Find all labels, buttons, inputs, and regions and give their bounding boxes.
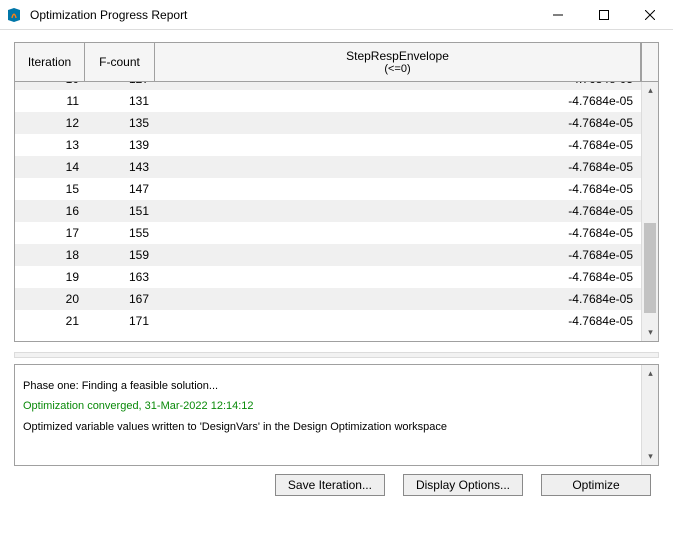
- cell-envelope: -4.7684e-05: [155, 112, 641, 134]
- table-vertical-scrollbar[interactable]: ▴ ▾: [641, 82, 658, 341]
- scroll-down-icon[interactable]: ▾: [642, 324, 658, 341]
- cell-envelope: -4.7684e-05: [155, 82, 641, 90]
- log-scroll-up-icon[interactable]: ▴: [642, 365, 659, 382]
- col-header-envelope-label: StepRespEnvelope: [159, 49, 636, 63]
- cell-fcount: 143: [85, 156, 155, 178]
- cell-fcount: 127: [85, 82, 155, 90]
- minimize-button[interactable]: [535, 0, 581, 29]
- optimize-button[interactable]: Optimize: [541, 474, 651, 496]
- log-converged-line: Optimization converged, 31-Mar-2022 12:1…: [23, 399, 633, 413]
- table-row[interactable]: 15147-4.7684e-05: [15, 178, 641, 200]
- cell-envelope: -4.7684e-05: [155, 244, 641, 266]
- log-scroll-down-icon[interactable]: ▾: [642, 448, 659, 465]
- table-header: Iteration F-count StepRespEnvelope (<=0): [15, 43, 658, 82]
- cell-iteration: 18: [15, 244, 85, 266]
- titlebar: Optimization Progress Report: [0, 0, 673, 30]
- col-header-envelope[interactable]: StepRespEnvelope (<=0): [155, 43, 641, 81]
- log-panel: Phase one: Finding a feasible solution..…: [14, 364, 659, 466]
- cell-fcount: 139: [85, 134, 155, 156]
- window-controls: [535, 0, 673, 29]
- table-row[interactable]: 12135-4.7684e-05: [15, 112, 641, 134]
- display-options-button[interactable]: Display Options...: [403, 474, 523, 496]
- cell-fcount: 159: [85, 244, 155, 266]
- cell-envelope: -4.7684e-05: [155, 178, 641, 200]
- log-written-line: Optimized variable values written to 'De…: [23, 420, 633, 434]
- cell-iteration: 11: [15, 90, 85, 112]
- table-row[interactable]: 10127-4.7684e-05: [15, 82, 641, 90]
- cell-fcount: 131: [85, 90, 155, 112]
- log-vertical-scrollbar[interactable]: ▴ ▾: [641, 365, 658, 465]
- table-row[interactable]: 19163-4.7684e-05: [15, 266, 641, 288]
- table-row[interactable]: 18159-4.7684e-05: [15, 244, 641, 266]
- scroll-thumb[interactable]: [644, 223, 656, 313]
- close-button[interactable]: [627, 0, 673, 29]
- cell-envelope: -4.7684e-05: [155, 156, 641, 178]
- table-row[interactable]: 21171-4.7684e-05: [15, 310, 641, 332]
- cell-envelope: -4.7684e-05: [155, 288, 641, 310]
- cell-envelope: -4.7684e-05: [155, 310, 641, 332]
- table-row[interactable]: 13139-4.7684e-05: [15, 134, 641, 156]
- cell-iteration: 19: [15, 266, 85, 288]
- cell-iteration: 17: [15, 222, 85, 244]
- save-iteration-button[interactable]: Save Iteration...: [275, 474, 385, 496]
- cell-iteration: 15: [15, 178, 85, 200]
- scroll-up-icon[interactable]: ▴: [642, 82, 658, 99]
- cell-fcount: 147: [85, 178, 155, 200]
- table-row[interactable]: 14143-4.7684e-05: [15, 156, 641, 178]
- cell-iteration: 20: [15, 288, 85, 310]
- cell-envelope: -4.7684e-05: [155, 90, 641, 112]
- cell-iteration: 21: [15, 310, 85, 332]
- cell-iteration: 12: [15, 112, 85, 134]
- cell-fcount: 171: [85, 310, 155, 332]
- progress-table: Iteration F-count StepRespEnvelope (<=0)…: [14, 42, 659, 342]
- cell-iteration: 14: [15, 156, 85, 178]
- maximize-button[interactable]: [581, 0, 627, 29]
- horizontal-splitter[interactable]: [14, 352, 659, 358]
- col-header-scroll-spacer: [641, 43, 658, 81]
- cell-envelope: -4.7684e-05: [155, 222, 641, 244]
- cell-iteration: 13: [15, 134, 85, 156]
- log-text[interactable]: Phase one: Finding a feasible solution..…: [15, 365, 641, 465]
- col-header-envelope-sub: (<=0): [159, 63, 636, 75]
- cell-fcount: 163: [85, 266, 155, 288]
- cell-fcount: 167: [85, 288, 155, 310]
- table-row[interactable]: 17155-4.7684e-05: [15, 222, 641, 244]
- cell-fcount: 151: [85, 200, 155, 222]
- table-row[interactable]: 20167-4.7684e-05: [15, 288, 641, 310]
- cell-fcount: 135: [85, 112, 155, 134]
- col-header-fcount[interactable]: F-count: [85, 43, 155, 81]
- col-header-iteration[interactable]: Iteration: [15, 43, 85, 81]
- cell-envelope: -4.7684e-05: [155, 134, 641, 156]
- window-title: Optimization Progress Report: [30, 8, 535, 22]
- table-row[interactable]: 11131-4.7684e-05: [15, 90, 641, 112]
- button-row: Save Iteration... Display Options... Opt…: [6, 470, 667, 502]
- table-body[interactable]: 10127-4.7684e-0511131-4.7684e-0512135-4.…: [15, 82, 641, 341]
- table-row[interactable]: 16151-4.7684e-05: [15, 200, 641, 222]
- cell-envelope: -4.7684e-05: [155, 200, 641, 222]
- cell-iteration: 10: [15, 82, 85, 90]
- cell-envelope: -4.7684e-05: [155, 266, 641, 288]
- log-phase-line: Phase one: Finding a feasible solution..…: [23, 379, 633, 393]
- app-icon: [6, 7, 22, 23]
- cell-iteration: 16: [15, 200, 85, 222]
- cell-fcount: 155: [85, 222, 155, 244]
